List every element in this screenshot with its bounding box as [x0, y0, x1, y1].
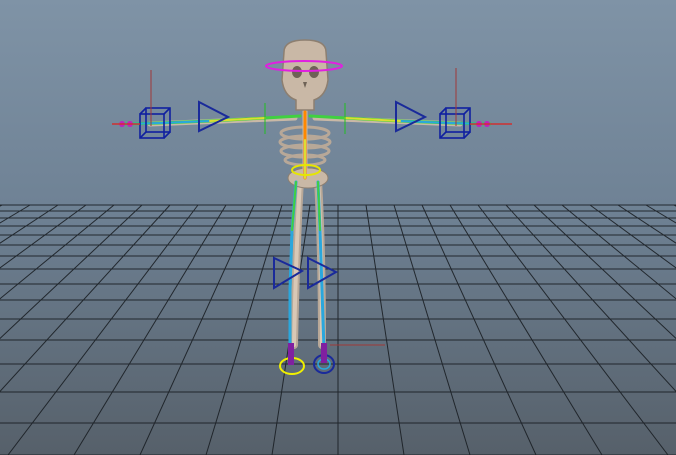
joint-chains[interactable] — [118, 110, 492, 352]
skeleton-character[interactable] — [147, 39, 463, 349]
pelvis — [287, 167, 329, 189]
3d-viewport[interactable] — [0, 0, 676, 455]
skull[interactable] — [281, 39, 329, 111]
viewport-canvas[interactable] — [0, 0, 676, 455]
right-foot-control-ring-icon[interactable] — [313, 343, 335, 374]
left-foot-control-ring-icon[interactable] — [279, 343, 305, 375]
ground-grid — [0, 204, 676, 455]
ik-handle-cone-icons[interactable] — [198, 100, 428, 290]
